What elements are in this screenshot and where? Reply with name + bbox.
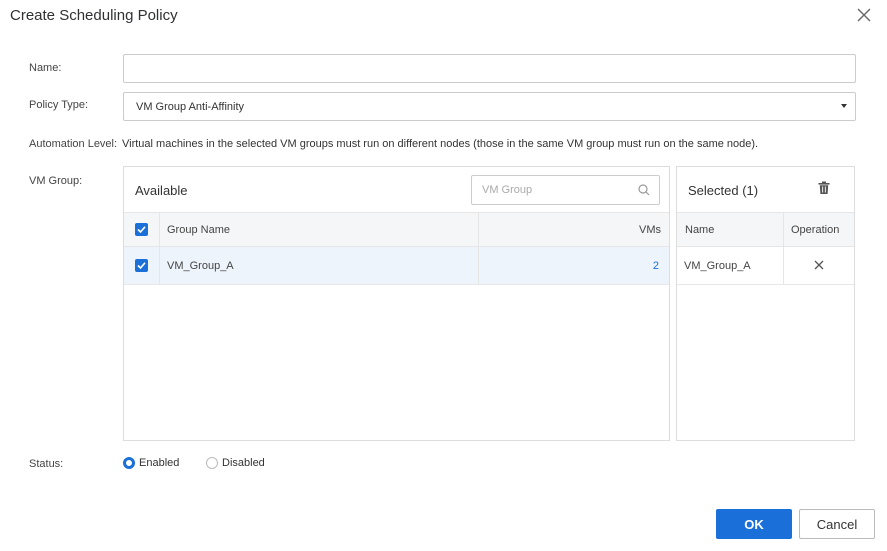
policy-type-label: Policy Type: — [29, 99, 89, 111]
column-divider — [783, 247, 784, 284]
column-header-group-name[interactable]: Group Name — [167, 213, 230, 246]
status-label: Status: — [29, 458, 64, 470]
radio-unselected-icon — [206, 457, 218, 469]
column-divider — [159, 213, 160, 246]
automation-level-label: Automation Level: — [29, 138, 118, 150]
ok-button[interactable]: OK — [716, 509, 792, 539]
status-disabled-radio[interactable]: Disabled — [206, 457, 265, 469]
name-label: Name: — [29, 62, 62, 74]
vm-group-search-input[interactable] — [472, 176, 632, 204]
available-title: Available — [135, 183, 188, 198]
column-header-name[interactable]: Name — [685, 213, 714, 246]
status-enabled-radio[interactable]: Enabled — [123, 457, 179, 469]
column-divider — [159, 247, 160, 284]
automation-level-description: Virtual machines in the selected VM grou… — [122, 138, 759, 150]
available-panel: Available Group Name VMs VM_Group_A — [123, 166, 670, 441]
policy-type-value: VM Group Anti-Affinity — [136, 101, 245, 113]
vm-group-label: VM Group: — [29, 175, 83, 187]
table-row: VM_Group_A — [677, 247, 854, 285]
selected-name-cell: VM_Group_A — [684, 259, 751, 272]
selected-table-header: Name Operation — [677, 212, 854, 247]
cancel-button[interactable]: Cancel — [799, 509, 875, 539]
column-header-vms[interactable]: VMs — [639, 213, 661, 246]
table-row[interactable]: VM_Group_A 2 — [124, 247, 669, 285]
select-all-checkbox[interactable] — [135, 223, 148, 236]
create-scheduling-policy-dialog: Create Scheduling Policy Name: Policy Ty… — [0, 0, 887, 551]
policy-type-select[interactable]: VM Group Anti-Affinity — [123, 92, 856, 121]
name-input[interactable] — [123, 54, 856, 83]
status-disabled-label: Disabled — [222, 457, 265, 469]
group-name-cell: VM_Group_A — [167, 259, 234, 272]
search-icon[interactable] — [638, 184, 650, 196]
chevron-down-icon — [841, 104, 847, 108]
close-icon[interactable] — [855, 6, 873, 24]
row-checkbox[interactable] — [135, 259, 148, 272]
status-enabled-label: Enabled — [139, 457, 180, 469]
selected-title: Selected (1) — [688, 183, 759, 198]
vms-count-link[interactable]: 2 — [653, 247, 659, 284]
column-divider — [478, 213, 479, 246]
radio-selected-icon — [123, 457, 135, 469]
trash-icon[interactable] — [817, 181, 831, 195]
column-divider — [783, 213, 784, 246]
dialog-title: Create Scheduling Policy — [10, 7, 178, 24]
close-icon[interactable] — [813, 259, 825, 271]
column-header-operation: Operation — [791, 223, 840, 236]
selected-panel: Selected (1) Name Operation VM_Group_A — [676, 166, 855, 441]
column-divider — [478, 247, 479, 284]
checkbox-checked-icon — [137, 262, 146, 270]
checkbox-checked-icon — [137, 226, 146, 234]
available-table-header: Group Name VMs — [124, 212, 669, 247]
vm-group-search — [471, 175, 660, 205]
